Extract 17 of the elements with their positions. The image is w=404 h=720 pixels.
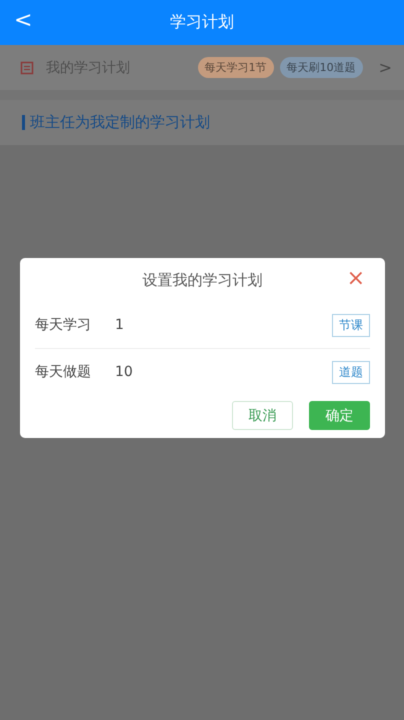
back-button[interactable]: < [10, 8, 36, 33]
unit-label: 节课 [332, 314, 370, 336]
field-label: 每天做题 [35, 363, 92, 381]
calendar-icon [20, 60, 34, 74]
confirm-button[interactable]: 确定 [309, 401, 370, 430]
field-value[interactable]: 10 [115, 364, 133, 380]
plan-tag: 每天刷10道题 [280, 57, 363, 78]
dialog-title: 设置我的学习计划 [142, 270, 262, 290]
section-title: 班主任为我定制的学习计划 [30, 113, 210, 132]
close-button[interactable]: × [344, 266, 368, 291]
chevron-icon[interactable]: > [378, 58, 392, 77]
cancel-button[interactable]: 取消 [232, 401, 293, 430]
field-value[interactable]: 1 [115, 317, 124, 333]
plan-tag: 每天学习1节 [198, 57, 274, 78]
page-title: 学习计划 [170, 12, 234, 33]
field-label: 每天学习 [35, 316, 92, 334]
unit-label: 道题 [332, 360, 370, 384]
